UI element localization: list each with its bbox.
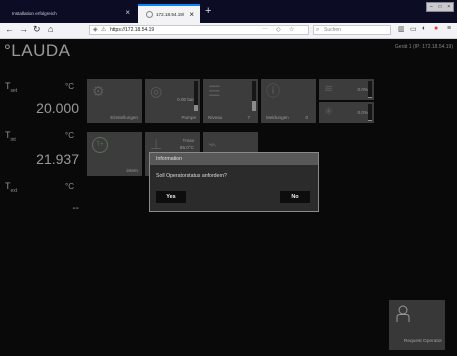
bookmark-star-icon[interactable]: ☆ — [289, 26, 294, 33]
home-icon[interactable]: ⌂ — [48, 24, 53, 34]
url-text: https://172.18.54.19 — [110, 27, 155, 33]
back-icon[interactable]: ← — [5, 24, 14, 34]
close-window-button[interactable]: × — [447, 4, 450, 10]
extension-icon[interactable]: ● — [434, 25, 438, 32]
search-placeholder: Suchen — [324, 27, 341, 33]
pocket-icon[interactable]: ◇ — [276, 26, 281, 33]
tab-close-icon[interactable]: × — [125, 8, 130, 17]
addon-icon[interactable]: ◐ — [422, 25, 426, 32]
library-icon[interactable]: ▥ — [398, 25, 405, 33]
search-input[interactable]: ⌕ Suchen — [313, 25, 391, 35]
new-tab-button[interactable]: + — [205, 5, 211, 17]
page-actions-icon[interactable]: ··· — [262, 26, 268, 32]
tab-close-icon[interactable]: × — [189, 10, 194, 19]
tab-installation[interactable]: Installation erfolgreich × — [4, 4, 136, 23]
yes-button[interactable]: Yes — [156, 191, 186, 203]
lauda-app: °LAUDA Gerät 1 (IP: 172.18.54.19) Tset °… — [0, 39, 457, 356]
reload-icon[interactable]: ↻ — [33, 24, 41, 35]
dialog-message: Soll Operatorstatus anfordern? — [156, 173, 227, 179]
no-button[interactable]: No — [280, 191, 310, 203]
menu-icon[interactable]: ≡ — [447, 25, 451, 32]
forward-icon[interactable]: → — [19, 24, 28, 34]
window-controls: – □ × — [426, 2, 454, 12]
search-icon: ⌕ — [316, 27, 320, 33]
sidebar-icon[interactable]: ▭ — [410, 25, 417, 33]
shield-icon: ◈ — [93, 27, 98, 33]
browser-tab-bar: Installation erfolgreich × 172.18.54.19/… — [0, 0, 457, 23]
tab-favicon-icon — [146, 11, 153, 18]
tab-title: 172.18.54.19/ — [156, 12, 185, 17]
dialog-title: Information — [150, 153, 318, 165]
browser-toolbar: ← → ↻ ⌂ ◈ ⚠ https://172.18.54.19 ··· ◇ ☆… — [0, 23, 457, 39]
maximize-button[interactable]: □ — [438, 4, 441, 10]
lock-warning-icon: ⚠ — [101, 27, 107, 33]
address-bar[interactable]: ◈ ⚠ https://172.18.54.19 ··· ◇ ☆ — [89, 25, 309, 35]
tab-lauda[interactable]: 172.18.54.19/ × — [138, 4, 200, 23]
tab-title: Installation erfolgreich — [12, 11, 57, 16]
minimize-button[interactable]: – — [430, 4, 433, 10]
information-dialog: Information Soll Operatorstatus anforder… — [149, 152, 319, 212]
